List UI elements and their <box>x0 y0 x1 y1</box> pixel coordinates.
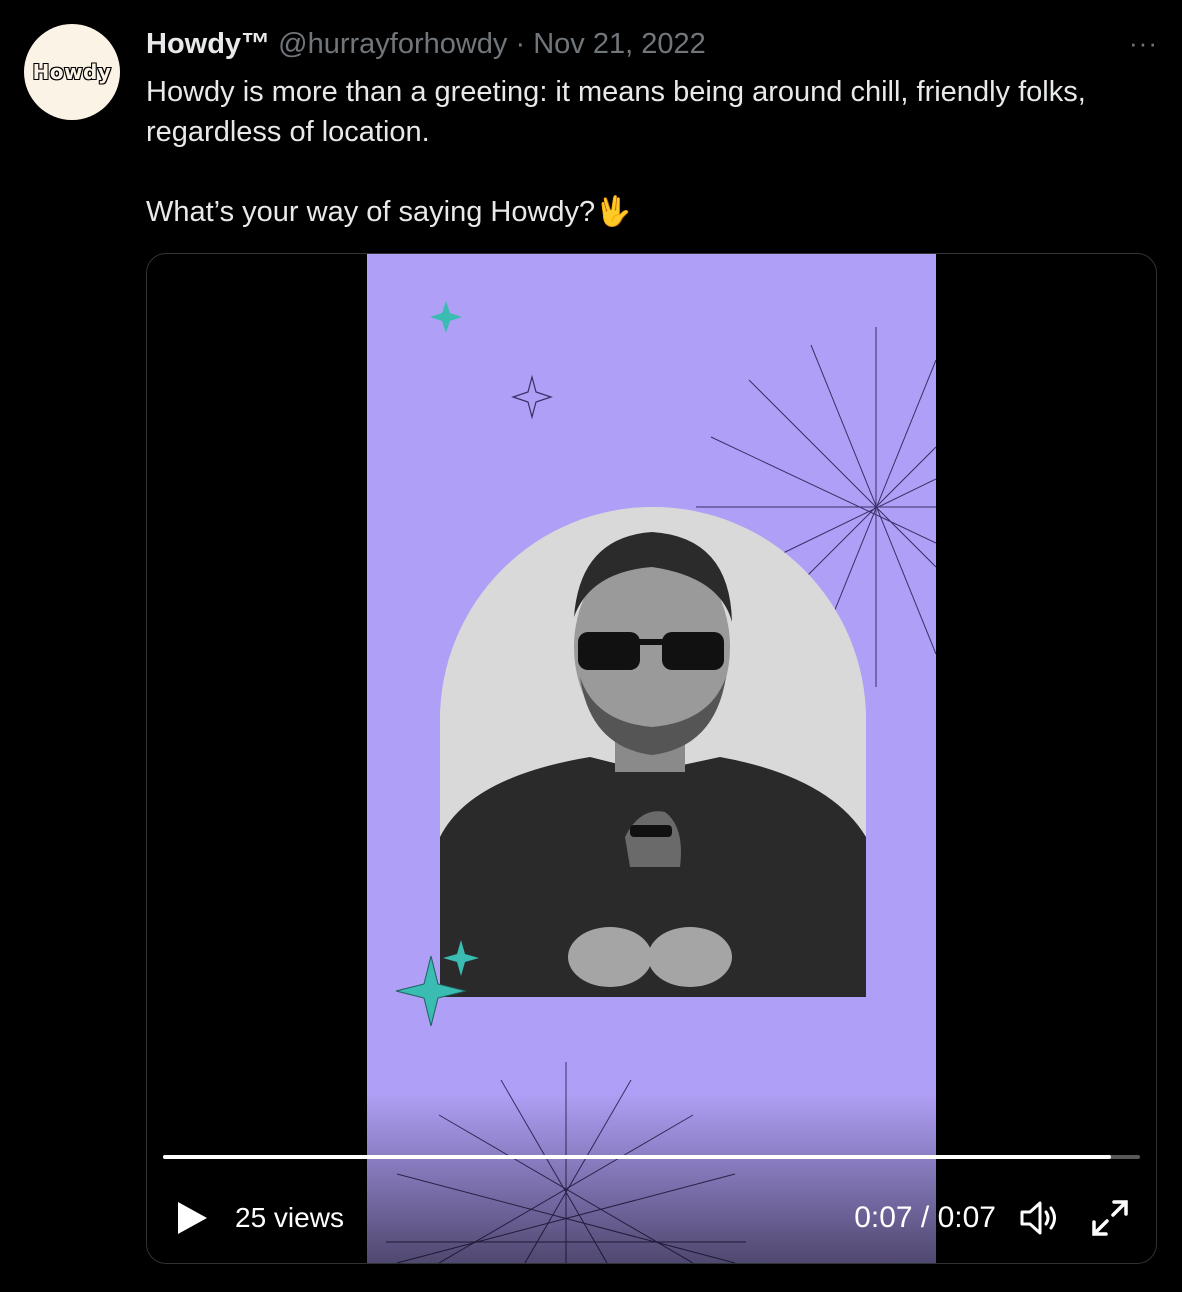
progress-bar[interactable] <box>163 1155 1140 1159</box>
user-handle[interactable]: @hurrayforhowdy <box>278 28 507 60</box>
sparkle-outline-icon <box>511 374 553 420</box>
display-name[interactable]: Howdy™ <box>146 28 270 60</box>
view-count: 25 views <box>235 1202 344 1233</box>
sparkle-icon <box>395 955 467 1027</box>
tweet-paragraph: What’s your way of saying Howdy?🖖 <box>146 196 632 228</box>
sparkle-icon <box>430 301 462 333</box>
controls-overlay <box>147 1093 1156 1263</box>
portrait-photo <box>440 507 866 997</box>
separator: · <box>515 28 526 60</box>
tweet-text: Howdy is more than a greeting: it means … <box>146 72 1146 232</box>
tweet-date[interactable]: Nov 21, 2022 <box>533 28 706 60</box>
fullscreen-icon[interactable] <box>1090 1198 1130 1238</box>
progress-fill <box>163 1155 1111 1159</box>
video-time: 0:07 / 0:07 <box>854 1201 996 1234</box>
play-icon[interactable] <box>175 1200 209 1236</box>
person-photo-illustration <box>440 507 866 997</box>
sparkle-cluster <box>395 940 479 1027</box>
sparkle-icon <box>443 940 479 976</box>
tweet-header: Howdy™ @hurrayforhowdy · Nov 21, 2022 <box>146 26 706 62</box>
howdy-logo: Howdy <box>32 59 112 85</box>
tweet-paragraph: Howdy is more than a greeting: it means … <box>146 76 1086 148</box>
video-player[interactable]: 25 views 0:07 / 0:07 <box>146 253 1157 1264</box>
volume-muted-icon[interactable] <box>1018 1198 1060 1238</box>
avatar[interactable]: Howdy <box>24 24 120 120</box>
more-options-icon[interactable]: ··· <box>1129 28 1158 59</box>
